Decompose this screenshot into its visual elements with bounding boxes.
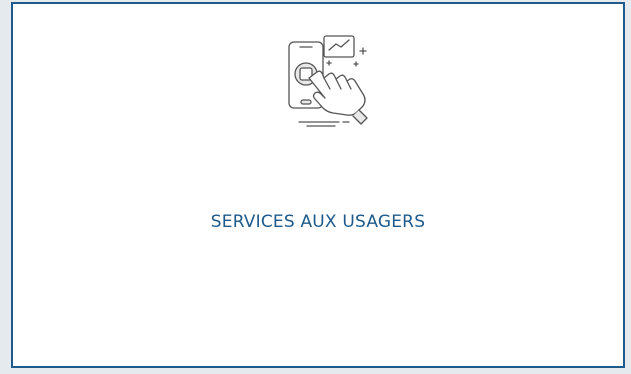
page: SERVICES AUX USAGERS <box>0 0 631 374</box>
touch-phone-icon <box>288 35 368 127</box>
service-card-services-aux-usagers[interactable]: SERVICES AUX USAGERS <box>11 2 625 368</box>
card-title: SERVICES AUX USAGERS <box>210 212 426 232</box>
